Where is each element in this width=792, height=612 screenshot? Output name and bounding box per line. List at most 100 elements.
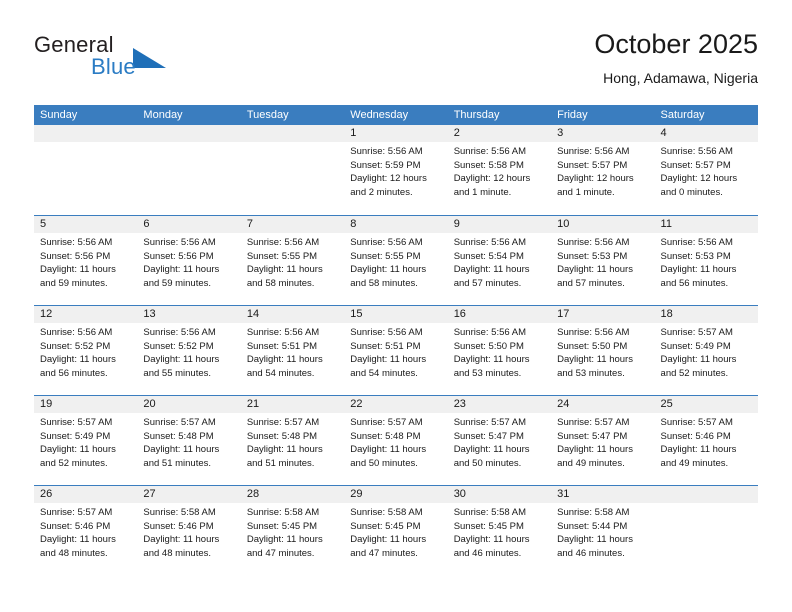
day-daylight1-text: Daylight: 11 hours	[453, 264, 530, 276]
day-cell-14[interactable]: 14 Sunrise: 5:56 AM Sunset: 5:51 PM Dayligh…	[240, 306, 345, 395]
day-daylight2-text: and 59 minutes.	[40, 277, 108, 289]
weekday-header-row: Sunday Monday Tuesday Wednesday Thursday Frid…	[34, 105, 758, 125]
day-details: Sunrise: 5:57 AM Sunset: 5:46 PM Daylight:…	[655, 413, 758, 470]
weekday-header-wednesday: Wednesday	[350, 109, 409, 121]
brand-logo[interactable]: General Blue	[34, 32, 244, 88]
day-cell-21[interactable]: 21 Sunrise: 5:57 AM Sunset: 5:48 PM Dayligh…	[240, 396, 345, 485]
day-sunset-text: Sunset: 5:48 PM	[246, 430, 318, 442]
day-cell-22[interactable]: 22 Sunrise: 5:57 AM Sunset: 5:48 PM Dayligh…	[344, 396, 448, 485]
day-sunrise-text: Sunrise: 5:56 AM	[453, 327, 527, 338]
day-number	[654, 486, 758, 503]
day-daylight2-text: and 58 minutes.	[350, 277, 418, 289]
day-daylight2-text: and 53 minutes.	[557, 367, 625, 379]
day-daylight1-text: Daylight: 11 hours	[453, 534, 530, 546]
day-daylight2-text: and 46 minutes.	[557, 547, 625, 559]
day-sunrise-text: Sunrise: 5:56 AM	[557, 327, 630, 338]
day-number: 8	[344, 216, 448, 233]
day-number: 7	[240, 216, 345, 233]
day-details: Sunrise: 5:57 AM Sunset: 5:48 PM Daylight:…	[137, 413, 240, 470]
day-cell-30[interactable]: 30 Sunrise: 5:58 AM Sunset: 5:45 PM Dayligh…	[447, 486, 552, 575]
day-cell-13[interactable]: 13 Sunrise: 5:56 AM Sunset: 5:52 PM Dayligh…	[137, 306, 241, 395]
weekday-header-monday: Monday	[143, 109, 183, 121]
day-details: Sunrise: 5:58 AM Sunset: 5:46 PM Daylight:…	[137, 503, 240, 560]
day-cell-6[interactable]: 6 Sunrise: 5:56 AM Sunset: 5:56 PM Daylight…	[137, 216, 241, 305]
day-daylight2-text: and 52 minutes.	[660, 367, 729, 379]
weekday-header-friday: Friday	[557, 109, 588, 121]
day-daylight1-text: Daylight: 11 hours	[557, 444, 633, 456]
day-cell-12[interactable]: 12 Sunrise: 5:56 AM Sunset: 5:52 PM Dayligh…	[34, 306, 138, 395]
day-daylight2-text: and 49 minutes.	[557, 457, 625, 469]
day-number	[240, 125, 345, 142]
day-cell-2[interactable]: 2 Sunrise: 5:56 AM Sunset: 5:58 PM Daylight…	[447, 125, 552, 215]
day-cell-28[interactable]: 28 Sunrise: 5:58 AM Sunset: 5:45 PM Dayligh…	[240, 486, 345, 575]
day-cell-5[interactable]: 5 Sunrise: 5:56 AM Sunset: 5:56 PM Daylight…	[34, 216, 138, 305]
day-sunset-text: Sunset: 5:47 PM	[453, 430, 524, 442]
day-number: 31	[551, 486, 655, 503]
day-details: Sunrise: 5:56 AM Sunset: 5:51 PM Daylight:…	[344, 323, 447, 380]
day-cell-1[interactable]: 1 Sunrise: 5:56 AM Sunset: 5:59 PM Daylight…	[344, 125, 448, 215]
day-sunrise-text: Sunrise: 5:57 AM	[40, 507, 113, 518]
day-details: Sunrise: 5:56 AM Sunset: 5:56 PM Daylight:…	[34, 233, 137, 290]
day-details: Sunrise: 5:57 AM Sunset: 5:48 PM Daylight:…	[344, 413, 447, 470]
day-cell-17[interactable]: 17 Sunrise: 5:56 AM Sunset: 5:50 PM Dayligh…	[551, 306, 655, 395]
day-cell-11[interactable]: 11 Sunrise: 5:56 AM Sunset: 5:53 PM Dayligh…	[654, 216, 758, 305]
day-cell-25[interactable]: 25 Sunrise: 5:57 AM Sunset: 5:46 PM Dayligh…	[654, 396, 758, 485]
day-cell-3[interactable]: 3 Sunrise: 5:56 AM Sunset: 5:57 PM Daylight…	[551, 125, 655, 215]
day-daylight1-text: Daylight: 11 hours	[143, 354, 220, 366]
day-sunrise-text: Sunrise: 5:57 AM	[143, 417, 216, 428]
day-daylight1-text: Daylight: 11 hours	[246, 534, 323, 546]
day-daylight1-text: Daylight: 11 hours	[453, 444, 530, 456]
weekday-header-sunday: Sunday	[40, 109, 78, 121]
day-sunset-text: Sunset: 5:58 PM	[453, 159, 524, 171]
day-sunset-text: Sunset: 5:57 PM	[557, 159, 628, 171]
day-sunset-text: Sunset: 5:54 PM	[453, 250, 524, 262]
day-cell-27[interactable]: 27 Sunrise: 5:58 AM Sunset: 5:46 PM Dayligh…	[137, 486, 241, 575]
day-daylight1-text: Daylight: 11 hours	[453, 354, 530, 366]
day-cell-16[interactable]: 16 Sunrise: 5:56 AM Sunset: 5:50 PM Dayligh…	[447, 306, 552, 395]
day-cell-18[interactable]: 18 Sunrise: 5:57 AM Sunset: 5:49 PM Dayligh…	[654, 306, 758, 395]
day-daylight1-text: Daylight: 11 hours	[557, 354, 633, 366]
day-cell-20[interactable]: 20 Sunrise: 5:57 AM Sunset: 5:48 PM Dayligh…	[137, 396, 241, 485]
day-daylight1-text: Daylight: 12 hours	[350, 173, 427, 185]
day-details: Sunrise: 5:58 AM Sunset: 5:45 PM Daylight:…	[241, 503, 344, 560]
day-cell-7[interactable]: 7 Sunrise: 5:56 AM Sunset: 5:55 PM Daylight…	[240, 216, 345, 305]
day-number: 14	[240, 306, 345, 323]
day-cell-23[interactable]: 23 Sunrise: 5:57 AM Sunset: 5:47 PM Dayligh…	[447, 396, 552, 485]
day-cell-10[interactable]: 10 Sunrise: 5:56 AM Sunset: 5:53 PM Dayligh…	[551, 216, 655, 305]
day-daylight2-text: and 0 minutes.	[660, 186, 723, 198]
triangle-logo-icon	[133, 48, 166, 68]
weekday-header-tuesday: Tuesday	[246, 109, 289, 121]
day-details: Sunrise: 5:57 AM Sunset: 5:49 PM Daylight:…	[655, 323, 758, 380]
day-daylight2-text: and 47 minutes.	[246, 547, 315, 559]
day-cell-24[interactable]: 24 Sunrise: 5:57 AM Sunset: 5:47 PM Dayligh…	[551, 396, 655, 485]
day-cell-26[interactable]: 26 Sunrise: 5:57 AM Sunset: 5:46 PM Dayligh…	[34, 486, 138, 575]
day-cell-15[interactable]: 15 Sunrise: 5:56 AM Sunset: 5:51 PM Dayligh…	[344, 306, 448, 395]
day-cell-29[interactable]: 29 Sunrise: 5:58 AM Sunset: 5:45 PM Dayligh…	[344, 486, 448, 575]
day-daylight1-text: Daylight: 11 hours	[660, 264, 737, 276]
day-sunrise-text: Sunrise: 5:56 AM	[453, 237, 527, 248]
day-number: 1	[344, 125, 448, 142]
day-cell-9[interactable]: 9 Sunrise: 5:56 AM Sunset: 5:54 PM Daylight…	[447, 216, 552, 305]
day-cell-empty	[34, 125, 138, 215]
day-sunrise-text: Sunrise: 5:57 AM	[660, 417, 733, 428]
day-daylight2-text: and 54 minutes.	[246, 367, 315, 379]
day-cell-8[interactable]: 8 Sunrise: 5:56 AM Sunset: 5:55 PM Daylight…	[344, 216, 448, 305]
day-daylight1-text: Daylight: 11 hours	[246, 354, 323, 366]
day-sunrise-text: Sunrise: 5:57 AM	[453, 417, 527, 428]
day-daylight1-text: Daylight: 11 hours	[40, 534, 116, 546]
weekday-header-saturday: Saturday	[660, 109, 705, 121]
day-sunset-text: Sunset: 5:53 PM	[660, 250, 731, 262]
day-number: 22	[344, 396, 448, 413]
day-cell-19[interactable]: 19 Sunrise: 5:57 AM Sunset: 5:49 PM Dayligh…	[34, 396, 138, 485]
day-sunset-text: Sunset: 5:50 PM	[557, 340, 628, 352]
day-cell-31[interactable]: 31 Sunrise: 5:58 AM Sunset: 5:44 PM Dayligh…	[551, 486, 655, 575]
day-sunrise-text: Sunrise: 5:56 AM	[246, 237, 320, 248]
day-sunset-text: Sunset: 5:59 PM	[350, 159, 421, 171]
day-sunset-text: Sunset: 5:50 PM	[453, 340, 524, 352]
day-daylight2-text: and 55 minutes.	[143, 367, 212, 379]
day-daylight1-text: Daylight: 11 hours	[40, 444, 116, 456]
day-details: Sunrise: 5:56 AM Sunset: 5:53 PM Daylight:…	[551, 233, 654, 290]
day-details: Sunrise: 5:56 AM Sunset: 5:51 PM Daylight:…	[241, 323, 344, 380]
day-cell-4[interactable]: 4 Sunrise: 5:56 AM Sunset: 5:57 PM Daylight…	[654, 125, 758, 215]
day-number: 18	[654, 306, 758, 323]
